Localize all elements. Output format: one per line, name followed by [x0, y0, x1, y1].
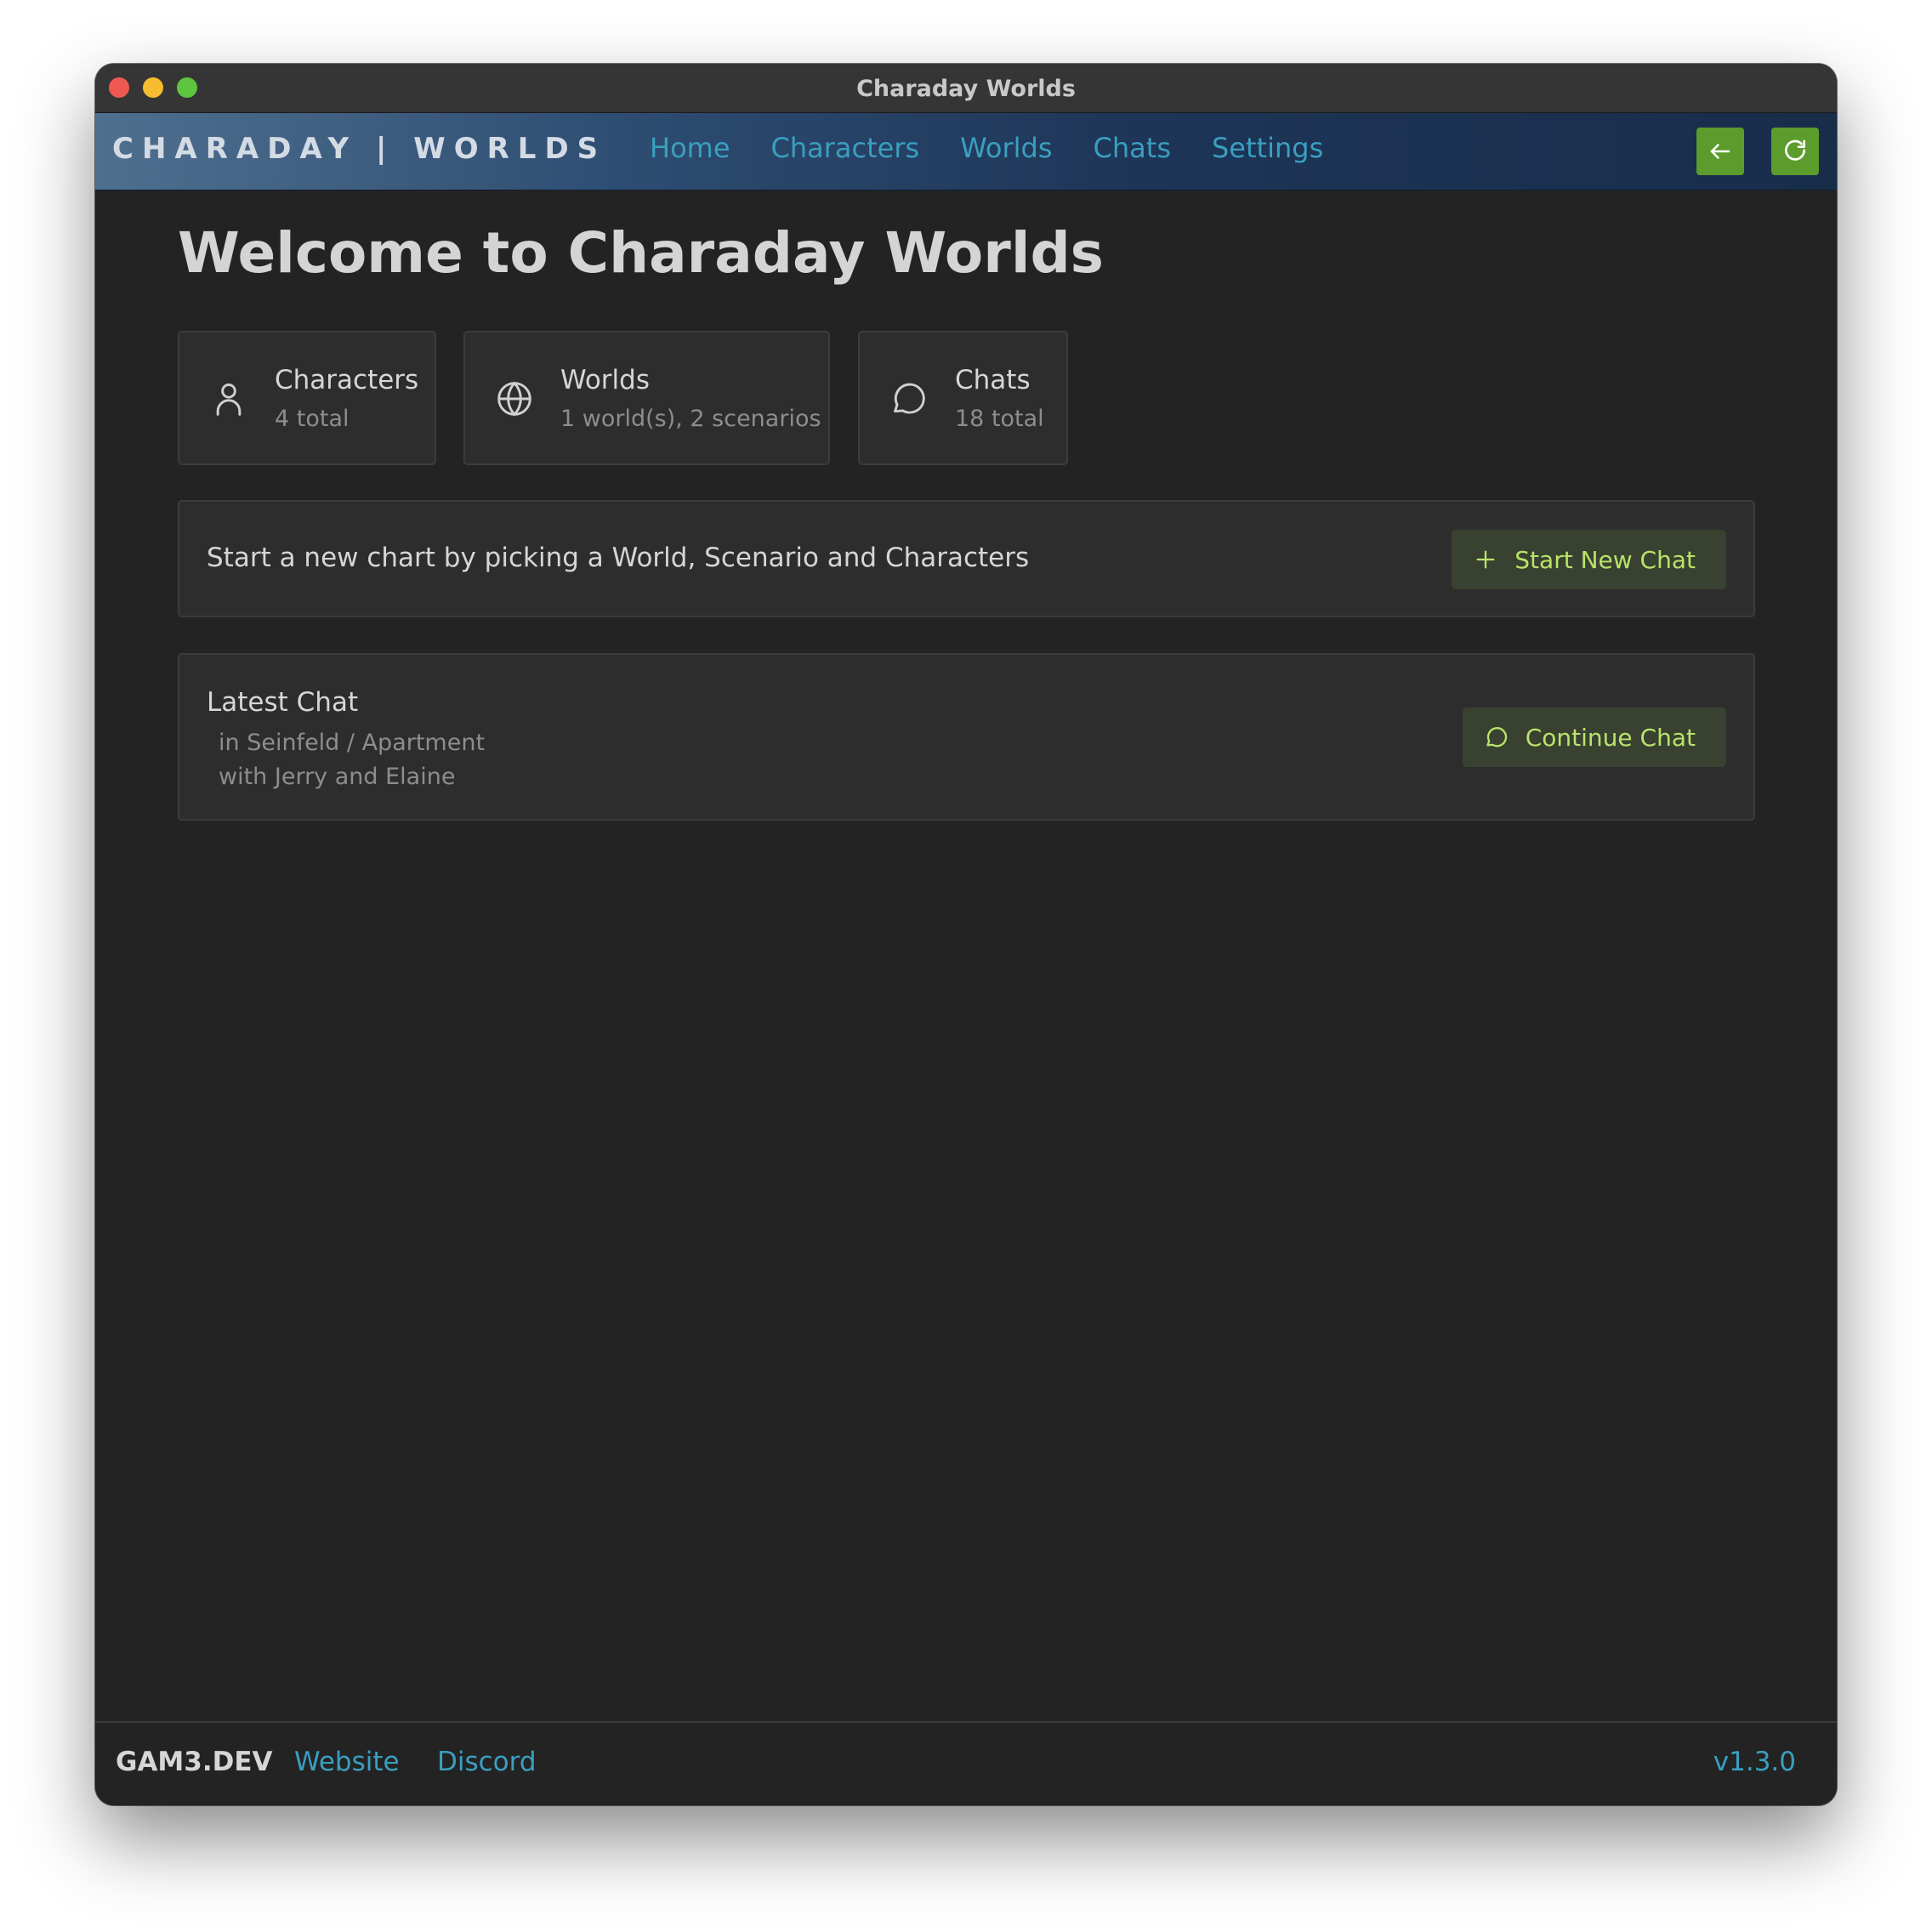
nav-link-characters[interactable]: Characters: [771, 132, 920, 164]
stat-label: Chats: [955, 365, 1031, 395]
footer-link-website[interactable]: Website: [294, 1747, 400, 1777]
continue-chat-label: Continue Chat: [1525, 723, 1696, 752]
continue-chat-button[interactable]: Continue Chat: [1462, 707, 1726, 767]
stat-sub: 4 total: [275, 406, 349, 432]
new-chat-panel: Start a new chart by picking a World, Sc…: [178, 500, 1755, 617]
stat-card-chats[interactable]: Chats 18 total: [858, 331, 1068, 465]
nav-link-chats[interactable]: Chats: [1094, 132, 1171, 164]
latest-chat-panel: Latest Chat in Seinfeld / Apartment with…: [178, 653, 1755, 821]
brand-logo: CHARADAY | WORLDS: [112, 132, 607, 166]
globe-icon: [497, 381, 531, 417]
start-new-chat-label: Start New Chat: [1514, 545, 1696, 574]
stat-card-worlds[interactable]: Worlds 1 world(s), 2 scenarios: [463, 331, 830, 465]
latest-chat-world: in Seinfeld / Apartment: [219, 730, 486, 756]
footer: GAM3.DEV Website Discord v1.3.0: [95, 1721, 1837, 1805]
app-window: Charaday Worlds CHARADAY | WORLDS Home C…: [95, 64, 1837, 1805]
back-button[interactable]: [1696, 128, 1744, 175]
new-chat-description: Start a new chart by picking a World, Sc…: [207, 543, 1030, 573]
nav-links: Home Characters Worlds Chats Settings: [650, 132, 1323, 164]
window-title: Charaday Worlds: [856, 76, 1076, 102]
chat-bubble-icon: [894, 383, 925, 414]
navbar: CHARADAY | WORLDS Home Characters Worlds…: [95, 113, 1837, 190]
stat-sub: 18 total: [955, 406, 1044, 432]
stat-label: Characters: [275, 365, 419, 395]
plus-icon: [1476, 550, 1495, 569]
footer-link-discord[interactable]: Discord: [437, 1747, 537, 1777]
latest-chat-participants: with Jerry and Elaine: [219, 764, 456, 790]
chat-bubble-icon: [1486, 727, 1507, 747]
stat-label: Worlds: [560, 365, 650, 395]
app-version: v1.3.0: [1713, 1747, 1796, 1777]
arrow-left-icon: [1710, 144, 1730, 159]
nav-link-worlds[interactable]: Worlds: [960, 132, 1052, 164]
start-new-chat-button[interactable]: Start New Chat: [1452, 530, 1726, 589]
stat-sub: 1 world(s), 2 scenarios: [560, 406, 821, 432]
title-bar: Charaday Worlds: [95, 64, 1837, 113]
latest-chat-title: Latest Chat: [207, 687, 359, 718]
refresh-button[interactable]: [1771, 128, 1819, 175]
refresh-icon: [1785, 139, 1805, 161]
user-icon: [216, 384, 242, 416]
stat-card-characters[interactable]: Characters 4 total: [178, 331, 436, 465]
nav-link-settings[interactable]: Settings: [1212, 132, 1323, 164]
page-title: Welcome to Charaday Worlds: [178, 220, 1104, 286]
footer-brand: GAM3.DEV: [116, 1747, 273, 1777]
nav-link-home[interactable]: Home: [650, 132, 730, 164]
